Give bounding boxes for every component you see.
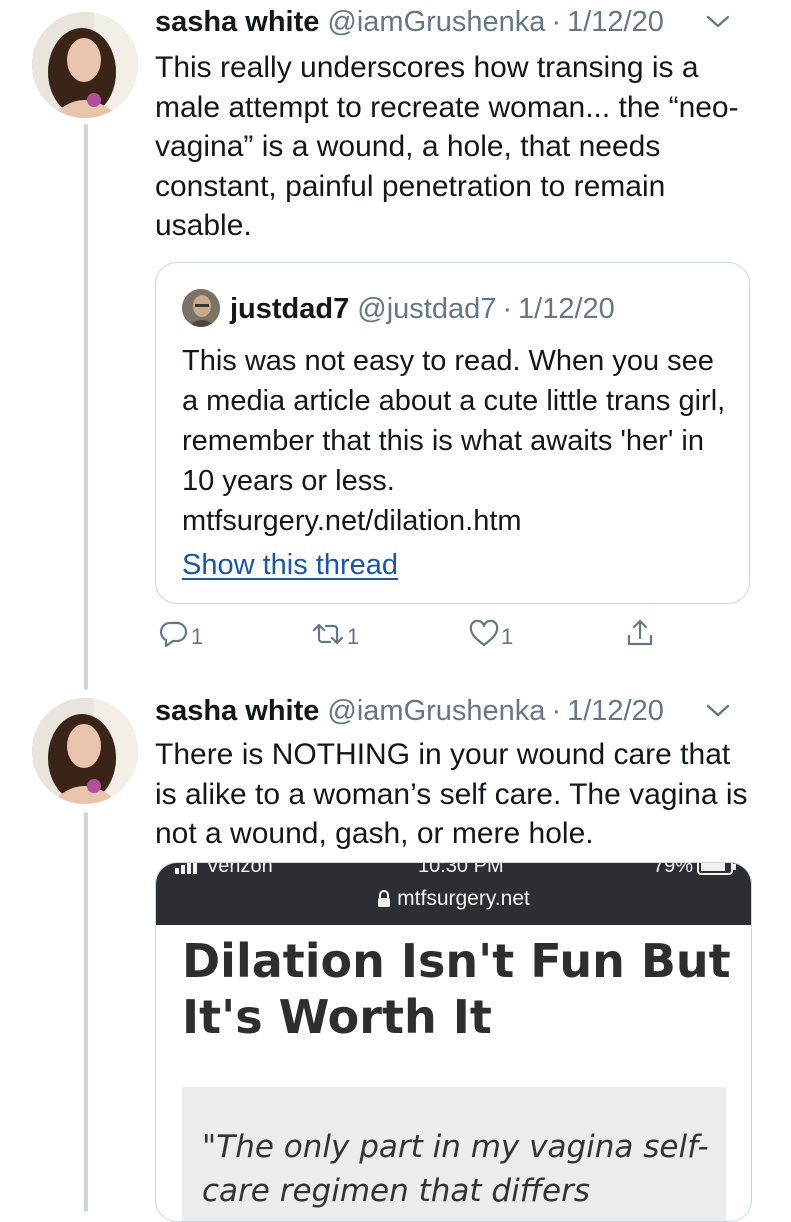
user-handle: @justdad7 [357, 292, 497, 325]
like-count: 1 [501, 624, 514, 649]
separator: · [551, 5, 562, 38]
share-icon [627, 619, 653, 646]
status-time: 10:30 PM [418, 862, 504, 877]
display-name: justdad7 [230, 292, 350, 325]
tweet-date[interactable]: 1/12/20 [567, 695, 664, 728]
quoted-tweet[interactable]: justdad7 @justdad7 · 1/12/20 This was no… [155, 262, 750, 604]
quoted-tweet-header: justdad7 @justdad7 · 1/12/20 [230, 289, 615, 329]
reply-button[interactable]: 1 [159, 618, 203, 650]
tweet-date: 1/12/20 [518, 292, 615, 325]
like-icon [469, 619, 499, 647]
tweet-image[interactable]: Verizon 10:30 PM 79% mtfsurgery.net Dila… [155, 862, 752, 1222]
tweet-header: sasha white @iamGrushenka · 1/12/20 [155, 2, 751, 42]
tweet-header: sasha white @iamGrushenka · 1/12/20 [155, 691, 751, 731]
display-name[interactable]: sasha white [155, 6, 319, 39]
tweet-text: There is NOTHING in your wound care that… [155, 738, 748, 850]
retweet-button[interactable]: 1 [311, 618, 359, 650]
address-bar: mtfsurgery.net [156, 887, 751, 911]
show-thread-link[interactable]: Show this thread [182, 549, 398, 582]
url-text: mtfsurgery.net [397, 887, 530, 910]
chevron-down-icon[interactable] [705, 703, 731, 719]
thread-line [84, 812, 88, 1212]
signal-icon [175, 863, 197, 874]
tweet-text: This really underscores how transing is … [155, 51, 739, 242]
reply-count: 1 [191, 624, 204, 649]
tweet-actions: 1 1 1 [155, 618, 675, 658]
reply-icon [159, 621, 188, 648]
separator: · [502, 292, 513, 325]
avatar[interactable] [32, 12, 138, 118]
article-headline: Dilation Isn't Fun But It's Worth It [182, 934, 731, 1044]
browser-bar: Verizon 10:30 PM 79% mtfsurgery.net [156, 863, 751, 925]
user-handle[interactable]: @iamGrushenka [327, 695, 545, 728]
separator: · [551, 694, 562, 727]
display-name[interactable]: sasha white [155, 695, 319, 728]
tweet-date[interactable]: 1/12/20 [567, 6, 664, 39]
battery-indicator: 79% [653, 863, 737, 878]
battery-icon [697, 863, 736, 875]
lock-icon [378, 890, 391, 907]
carrier-label: Verizon [174, 863, 273, 878]
retweet-icon [312, 623, 344, 645]
quoted-tweet-text: This was not easy to read. When you see … [182, 345, 726, 537]
avatar[interactable] [32, 698, 138, 804]
share-button[interactable] [625, 618, 655, 648]
avatar [182, 289, 220, 327]
user-handle[interactable]: @iamGrushenka [327, 6, 545, 39]
thread-line [84, 124, 88, 690]
retweet-count: 1 [347, 624, 360, 649]
chevron-down-icon[interactable] [705, 14, 731, 30]
status-bar: Verizon 10:30 PM 79% [156, 862, 751, 879]
like-button[interactable]: 1 [469, 618, 513, 650]
